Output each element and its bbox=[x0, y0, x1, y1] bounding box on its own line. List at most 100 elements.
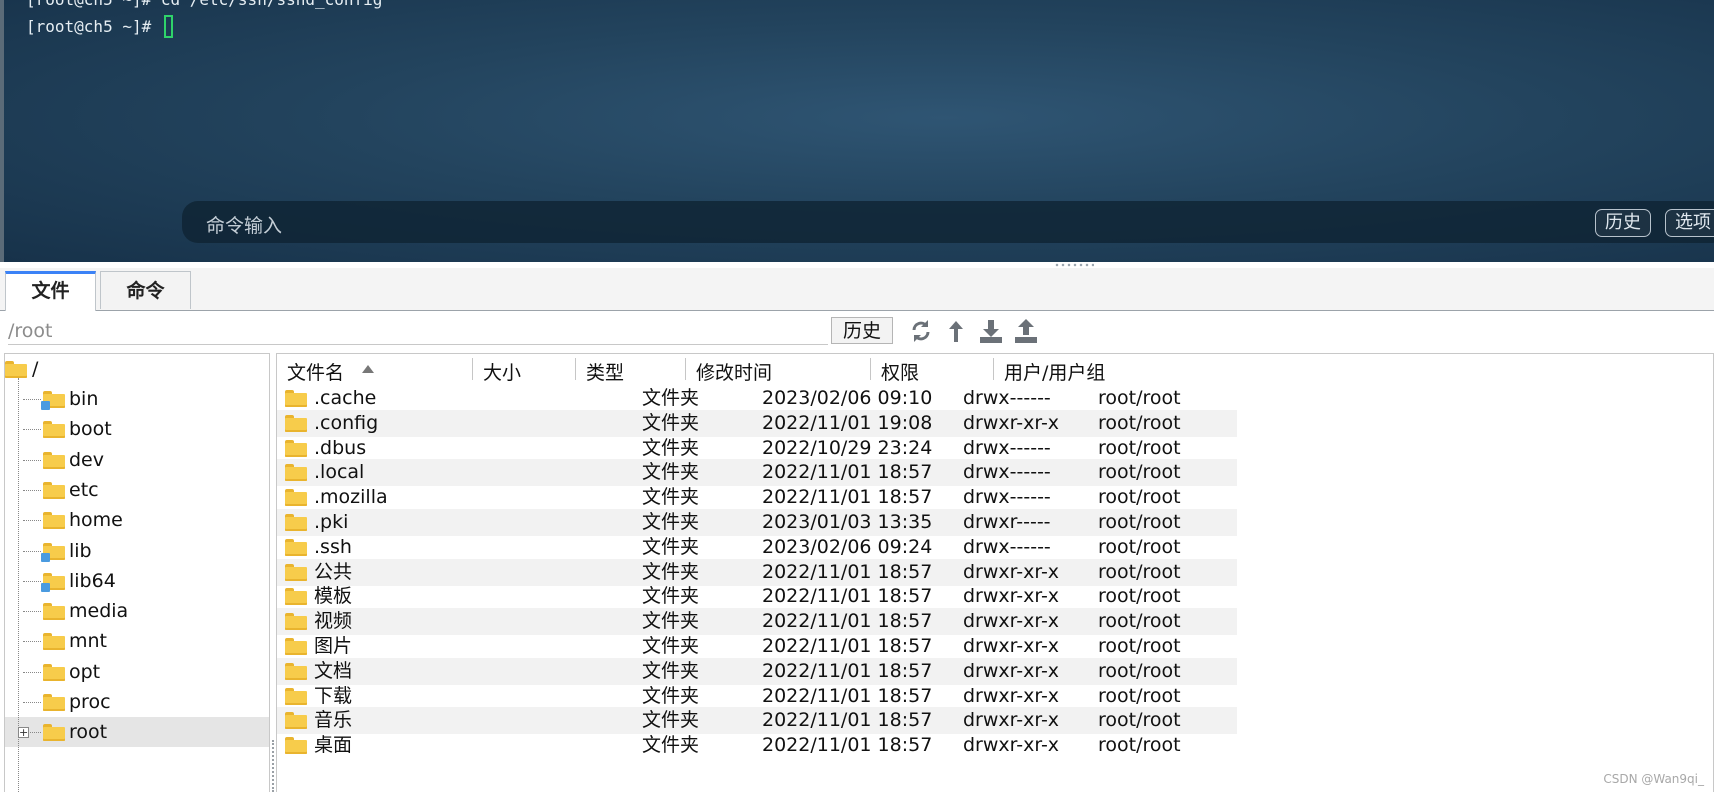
file-permissions: drwx------ bbox=[963, 535, 1051, 558]
file-name: .mozilla bbox=[314, 486, 388, 509]
column-header-type[interactable]: 类型 bbox=[586, 358, 624, 385]
up-directory-icon[interactable] bbox=[942, 317, 970, 345]
file-name: 文档 bbox=[314, 659, 353, 682]
column-header-owner[interactable]: 用户/用户组 bbox=[1004, 358, 1105, 385]
file-permissions: drwxr-xr-x bbox=[963, 411, 1060, 434]
file-modified-time: 2022/11/01 18:57 bbox=[762, 709, 933, 732]
path-history-button[interactable]: 历史 bbox=[831, 317, 893, 344]
file-type: 文件夹 bbox=[642, 411, 700, 434]
tree-item-bin[interactable]: bin bbox=[5, 384, 269, 414]
folder-icon bbox=[43, 451, 65, 469]
folder-icon bbox=[285, 538, 307, 556]
download-icon[interactable] bbox=[977, 317, 1005, 345]
panel-tab-bar: 文件 命令 bbox=[0, 268, 1714, 311]
file-row[interactable]: .mozilla 文件夹 2022/11/01 18:57 drwx------ roo… bbox=[277, 484, 1237, 511]
refresh-icon[interactable] bbox=[907, 317, 935, 345]
file-row[interactable]: 视频 文件夹 2022/11/01 18:57 drwxr-xr-x root/root bbox=[277, 608, 1237, 636]
tree-branch-line bbox=[23, 580, 41, 582]
folder-icon bbox=[43, 633, 65, 651]
file-owner: root/root bbox=[1098, 411, 1181, 434]
tree-item-label: etc bbox=[69, 478, 99, 501]
column-separator[interactable] bbox=[575, 358, 576, 380]
tab-files[interactable]: 文件 bbox=[5, 271, 96, 311]
tree-item-label: / bbox=[32, 358, 39, 380]
tree-item-label: lib bbox=[69, 539, 92, 562]
file-permissions: drwxr----- bbox=[963, 511, 1051, 533]
file-name: 模板 bbox=[314, 585, 353, 608]
file-permissions: drwxr-xr-x bbox=[963, 684, 1060, 707]
tree-item-dev[interactable]: dev bbox=[5, 445, 269, 475]
column-separator[interactable] bbox=[993, 358, 994, 380]
tree-item-label: mnt bbox=[69, 630, 107, 653]
expand-toggle[interactable]: + bbox=[18, 727, 29, 739]
column-header-permissions[interactable]: 权限 bbox=[881, 358, 919, 385]
file-row[interactable]: .ssh 文件夹 2023/02/06 09:24 drwx------ root/ro… bbox=[277, 534, 1237, 561]
file-row[interactable]: .config 文件夹 2022/11/01 19:08 drwxr-xr-x root… bbox=[277, 409, 1237, 437]
tree-item-proc[interactable]: proc bbox=[5, 687, 269, 717]
file-row[interactable]: 音乐 文件夹 2022/11/01 18:57 drwxr-xr-x root/root bbox=[277, 707, 1237, 735]
upload-icon[interactable] bbox=[1012, 317, 1040, 345]
folder-icon bbox=[5, 361, 27, 378]
file-permissions: drwx------ bbox=[963, 387, 1051, 409]
tree-branch-line bbox=[23, 550, 41, 552]
tree-branch-line bbox=[23, 520, 41, 522]
column-separator[interactable] bbox=[472, 358, 473, 380]
file-name: 桌面 bbox=[314, 734, 353, 757]
command-input[interactable]: 命令输入 bbox=[206, 211, 282, 238]
folder-icon bbox=[43, 694, 65, 711]
watermark: CSDN @Wan9qi_ bbox=[1603, 772, 1704, 786]
file-row[interactable]: 文档 文件夹 2022/11/01 18:57 drwxr-xr-x root/root bbox=[277, 657, 1237, 685]
file-row[interactable]: 图片 文件夹 2022/11/01 18:57 drwxr-xr-x root/root bbox=[277, 633, 1237, 660]
file-row[interactable]: .cache 文件夹 2023/02/06 09:10 drwx------ root/… bbox=[277, 385, 1237, 412]
file-row[interactable]: 桌面 文件夹 2022/11/01 18:57 drwxr-xr-x root/root bbox=[277, 732, 1237, 759]
file-row[interactable]: .dbus 文件夹 2022/10/29 23:24 drwx------ root/r… bbox=[277, 435, 1237, 462]
file-type: 文件夹 bbox=[642, 635, 700, 657]
file-owner: root/root bbox=[1098, 610, 1181, 633]
file-row[interactable]: .pki 文件夹 2023/01/03 13:35 drwxr----- root/ro… bbox=[277, 509, 1237, 536]
command-options-button[interactable]: 选项 bbox=[1665, 209, 1714, 237]
command-history-button[interactable]: 历史 bbox=[1595, 209, 1651, 237]
file-row[interactable]: 下载 文件夹 2022/11/01 18:57 drwxr-xr-x root/root bbox=[277, 683, 1237, 710]
symlink-icon bbox=[41, 552, 50, 562]
file-permissions: drwxr-xr-x bbox=[963, 659, 1060, 682]
file-owner: root/root bbox=[1098, 511, 1181, 533]
tree-item-mnt[interactable]: mnt bbox=[5, 626, 269, 656]
tree-branch-line bbox=[23, 489, 41, 491]
folder-icon bbox=[43, 481, 65, 499]
tree-guide-line bbox=[18, 378, 19, 792]
file-owner: root/root bbox=[1098, 684, 1181, 707]
path-toolbar: /root 历史 bbox=[0, 311, 1714, 350]
file-owner: root/root bbox=[1098, 535, 1181, 558]
file-permissions: drwxr-xr-x bbox=[963, 734, 1060, 757]
tree-item-lib[interactable]: lib bbox=[5, 536, 269, 566]
file-row[interactable]: 公共 文件夹 2022/11/01 18:57 drwxr-xr-x root/root bbox=[277, 558, 1237, 586]
file-modified-time: 2023/01/03 13:35 bbox=[762, 511, 933, 533]
file-list[interactable]: 文件名 大小 类型 修改时间 权限 用户/用户组 .cache 文件夹 2023/0… bbox=[276, 353, 1714, 792]
tab-commands[interactable]: 命令 bbox=[100, 271, 191, 309]
file-row[interactable]: .local 文件夹 2022/11/01 18:57 drwx------ root/… bbox=[277, 459, 1237, 487]
tree-item-media[interactable]: media bbox=[5, 596, 269, 626]
tree-item-opt[interactable]: opt bbox=[5, 657, 269, 687]
column-header-modified[interactable]: 修改时间 bbox=[696, 358, 772, 385]
tree-item-root-dir[interactable]: / bbox=[5, 354, 269, 384]
file-type: 文件夹 bbox=[642, 511, 700, 533]
terminal-panel[interactable]: [root@ch5 ~]# cd /etc/ssh/sshd_config [r… bbox=[0, 0, 1714, 262]
tree-item-boot[interactable]: boot bbox=[5, 414, 269, 444]
column-separator[interactable] bbox=[870, 358, 871, 380]
tree-item-etc[interactable]: etc bbox=[5, 475, 269, 505]
tree-item-home[interactable]: home bbox=[5, 505, 269, 535]
tree-item-root[interactable]: + root bbox=[5, 717, 269, 748]
file-name: 视频 bbox=[314, 610, 353, 633]
path-input[interactable]: /root bbox=[8, 318, 828, 345]
file-row[interactable]: 模板 文件夹 2022/11/01 18:57 drwxr-xr-x root/root bbox=[277, 583, 1237, 610]
column-header-name[interactable]: 文件名 bbox=[287, 358, 344, 385]
column-separator[interactable] bbox=[685, 358, 686, 380]
tree-item-lib64[interactable]: lib64 bbox=[5, 566, 269, 596]
folder-icon bbox=[285, 390, 307, 407]
pane-splitter[interactable] bbox=[272, 740, 274, 792]
command-input-bar[interactable]: 命令输入 历史 选项 bbox=[182, 201, 1714, 243]
file-name: .ssh bbox=[314, 535, 352, 558]
terminal-current-line: [root@ch5 ~]# bbox=[26, 15, 173, 38]
column-header-size[interactable]: 大小 bbox=[483, 358, 521, 385]
directory-tree[interactable]: / bin boot dev etc home lib lib64 media mnt opt pr… bbox=[4, 353, 270, 792]
